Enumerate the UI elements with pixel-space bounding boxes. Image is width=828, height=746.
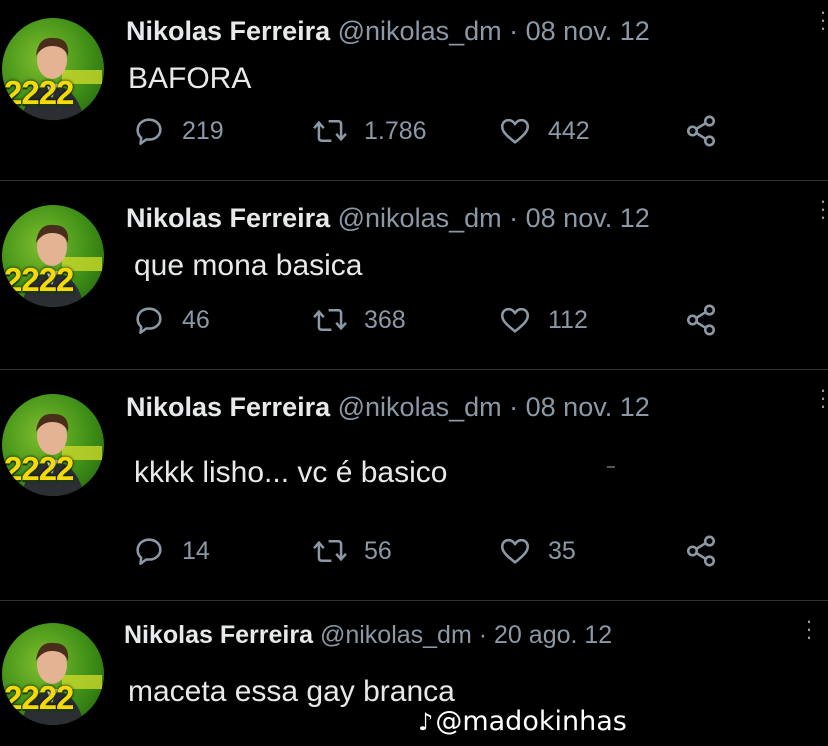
tweet-text: que mona basica xyxy=(134,249,363,282)
tweet-text: kkkk lisho... vc é basico xyxy=(134,456,448,489)
heart-icon xyxy=(500,307,530,333)
retweet-icon xyxy=(313,540,347,562)
retweet-count: 1.786 xyxy=(364,116,427,145)
reply-icon xyxy=(136,538,162,566)
author-name[interactable]: Nikolas Ferreira xyxy=(126,203,330,233)
author-handle[interactable]: @nikolas_dm xyxy=(338,203,502,233)
share-icon xyxy=(686,115,716,147)
tweet-header: Nikolas Ferreira @nikolas_dm · 08 nov. 1… xyxy=(126,16,650,47)
avatar[interactable]: 2222 xyxy=(2,205,104,307)
like-count: 35 xyxy=(548,536,576,565)
avatar-badge: 2222 xyxy=(4,679,74,716)
retweet-button[interactable]: 56 xyxy=(312,534,392,568)
author-handle[interactable]: @nikolas_dm xyxy=(338,392,502,422)
reply-button[interactable]: 46 xyxy=(132,303,210,337)
reply-count: 219 xyxy=(182,116,224,145)
more-icon[interactable]: · · · xyxy=(818,379,828,417)
reply-count: 14 xyxy=(182,536,210,565)
share-button[interactable] xyxy=(684,114,718,148)
reply-icon xyxy=(136,307,162,335)
retweet-count: 56 xyxy=(364,536,392,565)
like-count: 442 xyxy=(548,116,590,145)
tweet-actions: 14 56 35 xyxy=(128,534,728,574)
tweet[interactable]: 2222 Nikolas Ferreira @nikolas_dm · 08 n… xyxy=(0,181,828,369)
share-icon xyxy=(686,535,716,567)
share-icon xyxy=(686,304,716,336)
tweet-actions: 46 368 112 xyxy=(128,303,728,343)
author-name[interactable]: Nikolas Ferreira xyxy=(124,621,313,649)
share-button[interactable] xyxy=(684,534,718,568)
tweet-text: maceta essa gay branca xyxy=(128,675,455,708)
avatar-badge: 2222 xyxy=(4,450,74,487)
avatar[interactable]: 2222 xyxy=(2,623,104,725)
reply-icon xyxy=(136,118,162,146)
watermark-handle: @madokinhas xyxy=(435,706,627,737)
tweet-date[interactable]: 20 ago. 12 xyxy=(494,621,612,649)
heart-icon xyxy=(500,538,530,564)
avatar-badge: 2222 xyxy=(4,74,74,111)
tweet-date[interactable]: 08 nov. 12 xyxy=(526,203,650,233)
tweet[interactable]: 2222 Nikolas Ferreira @nikolas_dm · 20 a… xyxy=(0,601,828,746)
tweet-date[interactable]: 08 nov. 12 xyxy=(526,16,650,46)
tweet-header: Nikolas Ferreira @nikolas_dm · 08 nov. 1… xyxy=(126,203,650,234)
retweet-button[interactable]: 1.786 xyxy=(312,114,427,148)
tweet[interactable]: 2222 Nikolas Ferreira @nikolas_dm · 08 n… xyxy=(0,370,828,600)
reply-button[interactable]: 219 xyxy=(132,114,224,148)
more-icon[interactable]: · · · xyxy=(818,1,828,39)
avatar-badge: 2222 xyxy=(4,261,74,298)
tweet-header: Nikolas Ferreira @nikolas_dm · 08 nov. 1… xyxy=(126,392,650,423)
retweet-button[interactable]: 368 xyxy=(312,303,406,337)
tweet-text: BAFORA xyxy=(128,62,252,95)
header-separator: · xyxy=(509,203,519,233)
avatar[interactable]: 2222 xyxy=(2,394,104,496)
header-separator: · xyxy=(478,621,488,649)
more-icon[interactable]: · · · xyxy=(818,190,828,228)
header-separator: · xyxy=(509,392,519,422)
tiktok-watermark: ♪@madokinhas xyxy=(418,706,627,737)
tweet-header: Nikolas Ferreira @nikolas_dm · 20 ago. 1… xyxy=(124,621,612,650)
author-name[interactable]: Nikolas Ferreira xyxy=(126,16,330,46)
more-icon[interactable]: · · · xyxy=(804,610,814,648)
author-name[interactable]: Nikolas Ferreira xyxy=(126,392,330,422)
tweet-actions: 219 1.786 442 xyxy=(128,114,728,154)
like-button[interactable]: 442 xyxy=(498,114,590,148)
like-button[interactable]: 35 xyxy=(498,534,576,568)
reply-button[interactable]: 14 xyxy=(132,534,210,568)
header-separator: · xyxy=(509,16,519,46)
tweet-date[interactable]: 08 nov. 12 xyxy=(526,392,650,422)
image-artifact xyxy=(607,466,615,468)
like-button[interactable]: 112 xyxy=(498,303,588,337)
retweet-icon xyxy=(313,309,347,331)
like-count: 112 xyxy=(548,305,588,334)
author-handle[interactable]: @nikolas_dm xyxy=(338,16,502,46)
heart-icon xyxy=(500,118,530,144)
retweet-icon xyxy=(313,120,347,142)
avatar[interactable]: 2222 xyxy=(2,18,104,120)
share-button[interactable] xyxy=(684,303,718,337)
reply-count: 46 xyxy=(182,305,210,334)
author-handle[interactable]: @nikolas_dm xyxy=(320,621,472,649)
tweet[interactable]: 2222 Nikolas Ferreira @nikolas_dm · 08 n… xyxy=(0,0,828,180)
retweet-count: 368 xyxy=(364,305,406,334)
tiktok-icon: ♪ xyxy=(418,708,434,736)
